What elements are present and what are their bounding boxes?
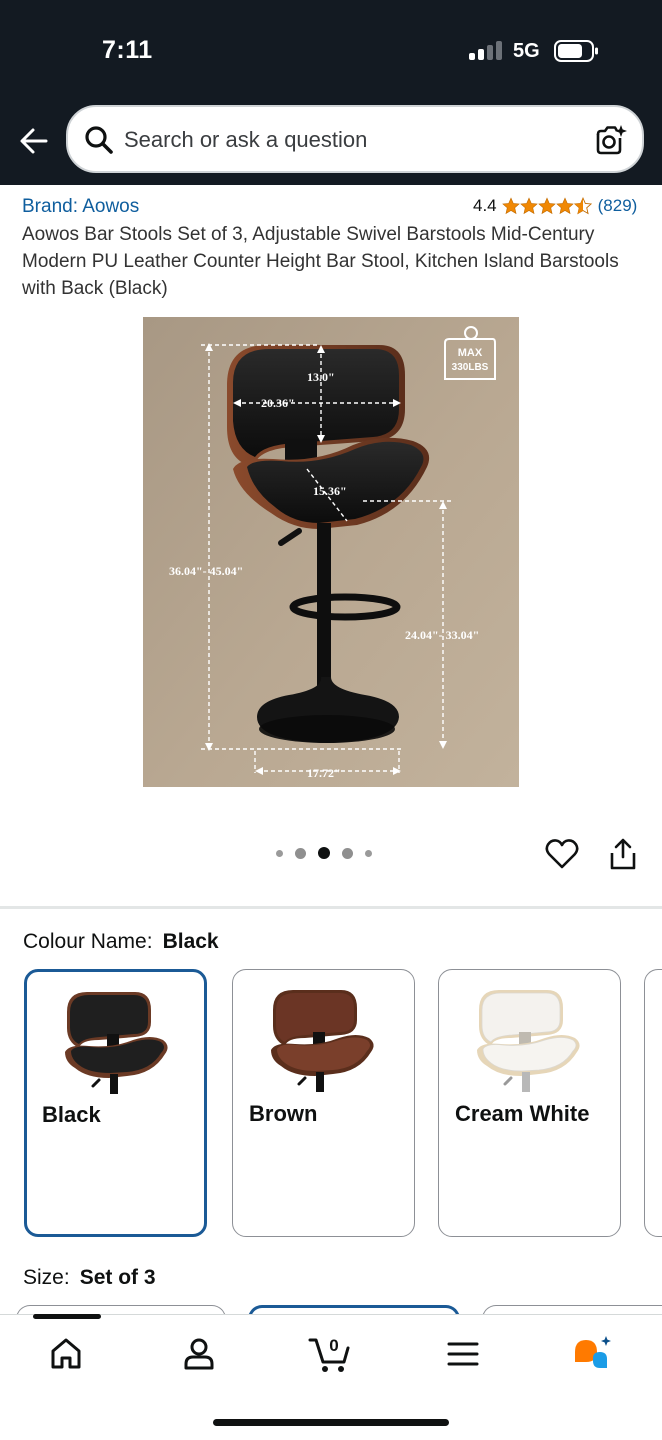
star-full-icon bbox=[519, 197, 538, 215]
colour-name-row: Colour Name: Black bbox=[23, 930, 219, 954]
carousel-dot-active[interactable] bbox=[318, 847, 330, 859]
star-full-icon bbox=[501, 197, 520, 215]
colour-name-label: Colour Name: bbox=[23, 930, 153, 953]
badge-line2: 330LBS bbox=[452, 362, 489, 373]
star-full-icon bbox=[555, 197, 574, 215]
section-divider bbox=[0, 906, 662, 909]
colour-swatch-more[interactable] bbox=[644, 969, 662, 1237]
status-time: 7:11 bbox=[102, 36, 153, 64]
rating-value: 4.4 bbox=[473, 196, 497, 215]
carousel-dot[interactable] bbox=[276, 849, 283, 857]
dim-back-width: 20.36" bbox=[261, 396, 295, 410]
account-icon[interactable] bbox=[179, 1334, 219, 1374]
dim-total-height: 36.04"- 45.04" bbox=[169, 564, 243, 578]
home-indicator-bar bbox=[213, 1419, 449, 1426]
rating-summary[interactable]: 4.4 (829) bbox=[473, 195, 637, 217]
rating-stars bbox=[501, 197, 592, 215]
back-arrow-icon[interactable] bbox=[18, 125, 50, 157]
colour-swatch-cream-white[interactable]: Cream White bbox=[438, 969, 621, 1237]
star-half-icon bbox=[573, 197, 592, 215]
colour-name-value: Black bbox=[162, 930, 219, 953]
menu-icon[interactable] bbox=[443, 1334, 483, 1374]
dim-seat-height: 24.04"- 33.04" bbox=[405, 628, 479, 642]
carousel-dot[interactable] bbox=[342, 847, 353, 859]
rufus-assistant-icon[interactable] bbox=[572, 1334, 612, 1374]
swatch-label: Black bbox=[42, 1102, 101, 1127]
colour-swatch-list: Black Brown Cream White bbox=[0, 969, 662, 1239]
top-header: 7:11 5G bbox=[0, 0, 662, 185]
size-row: Size: Set of 3 bbox=[23, 1266, 156, 1290]
search-icon[interactable] bbox=[84, 125, 114, 155]
carousel-dot[interactable] bbox=[365, 849, 372, 857]
stool-thumbnail bbox=[477, 990, 580, 1092]
swatch-label: Cream White bbox=[455, 1101, 590, 1126]
network-type: 5G bbox=[513, 40, 540, 62]
stool-thumbnail bbox=[271, 990, 374, 1092]
stool-thumbnail bbox=[65, 992, 168, 1094]
search-bar[interactable] bbox=[66, 105, 644, 173]
dim-base-width: 17.72" bbox=[307, 766, 341, 780]
cart-icon[interactable]: 0 bbox=[308, 1334, 354, 1374]
dim-seat-depth: 15.36" bbox=[313, 484, 347, 498]
cell-signal-icon bbox=[469, 41, 503, 60]
home-icon[interactable] bbox=[46, 1334, 86, 1374]
review-count-link[interactable]: (829) bbox=[598, 196, 638, 216]
heart-icon[interactable] bbox=[545, 838, 579, 870]
badge-line1: MAX bbox=[458, 347, 483, 359]
cart-count: 0 bbox=[329, 1336, 338, 1355]
battery-icon bbox=[554, 40, 598, 62]
active-tab-indicator bbox=[33, 1314, 101, 1319]
brand-link[interactable]: Brand: Aowos bbox=[22, 196, 139, 218]
camera-search-icon[interactable] bbox=[594, 123, 628, 157]
product-image[interactable]: MAX 330LBS 13.0" 20.36" 15.36" 36.04"- 4… bbox=[143, 317, 519, 787]
image-carousel-indicator[interactable] bbox=[276, 846, 384, 860]
star-full-icon bbox=[537, 197, 556, 215]
carousel-dot[interactable] bbox=[295, 847, 306, 859]
product-title: Aowos Bar Stools Set of 3, Adjustable Sw… bbox=[22, 224, 619, 299]
share-icon[interactable] bbox=[608, 837, 638, 871]
dim-back-height: 13.0" bbox=[307, 370, 335, 384]
colour-swatch-black[interactable]: Black bbox=[24, 969, 207, 1237]
search-input[interactable] bbox=[124, 121, 564, 159]
swatch-label: Brown bbox=[249, 1101, 318, 1126]
colour-swatch-brown[interactable]: Brown bbox=[232, 969, 415, 1237]
size-label: Size: bbox=[23, 1266, 70, 1289]
size-value: Set of 3 bbox=[79, 1266, 156, 1289]
